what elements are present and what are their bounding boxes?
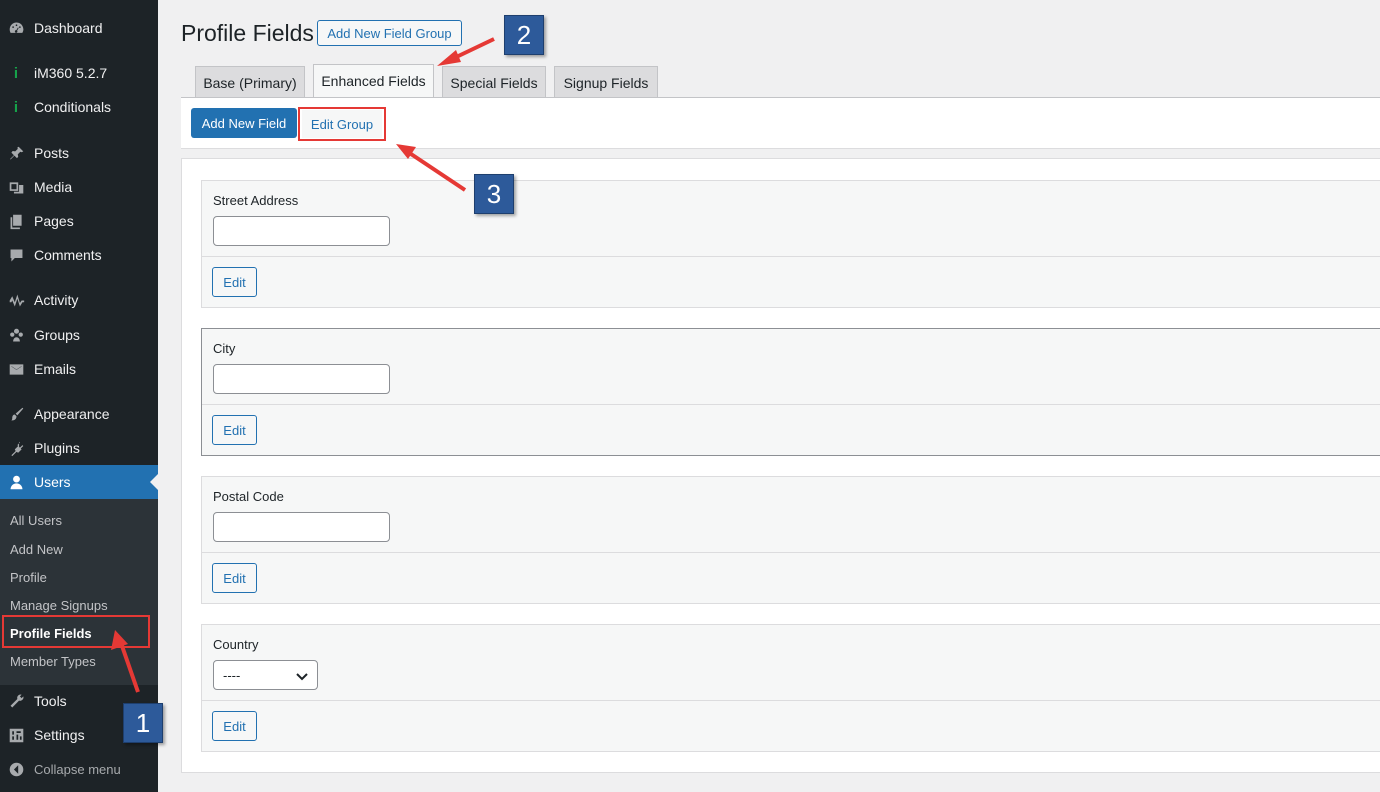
wrench-icon bbox=[7, 692, 25, 710]
submenu-member-types[interactable]: Member Types bbox=[10, 654, 96, 669]
sidebar-item-label: Settings bbox=[34, 727, 85, 743]
field-card-street-address: Street Address Edit bbox=[201, 180, 1380, 308]
sidebar-item-label: Users bbox=[34, 474, 71, 490]
country-select[interactable]: ---- bbox=[213, 660, 318, 690]
sidebar-item-dashboard[interactable]: Dashboard bbox=[0, 11, 158, 45]
tab-special-fields[interactable]: Special Fields bbox=[442, 66, 546, 98]
submenu-profile[interactable]: Profile bbox=[10, 570, 47, 585]
highlight-box-edit-group bbox=[298, 107, 386, 141]
sidebar-item-label: Groups bbox=[34, 327, 80, 343]
divider bbox=[202, 700, 1380, 701]
edit-field-button[interactable]: Edit bbox=[212, 563, 257, 593]
add-new-field-group-button[interactable]: Add New Field Group bbox=[317, 20, 462, 46]
sidebar-item-label: iM360 5.2.7 bbox=[34, 65, 108, 81]
plugin-icon bbox=[7, 439, 25, 457]
field-label: Street Address bbox=[213, 193, 299, 208]
sidebar-item-label: Pages bbox=[34, 213, 74, 229]
field-card-country: Country ---- Edit bbox=[201, 624, 1380, 752]
sidebar-item-label: Activity bbox=[34, 292, 79, 308]
sidebar-item-pages[interactable]: Pages bbox=[0, 204, 158, 238]
field-card-postal-code: Postal Code Edit bbox=[201, 476, 1380, 604]
users-submenu: All Users Add New Profile Manage Signups… bbox=[0, 499, 158, 685]
divider bbox=[202, 552, 1380, 553]
sidebar-item-label: Comments bbox=[34, 247, 102, 263]
sidebar-item-label: Appearance bbox=[34, 406, 110, 422]
divider bbox=[202, 256, 1380, 257]
edit-field-button[interactable]: Edit bbox=[212, 711, 257, 741]
tab-signup-fields[interactable]: Signup Fields bbox=[554, 66, 658, 98]
sidebar-item-label: Media bbox=[34, 179, 73, 195]
brush-icon bbox=[7, 405, 25, 423]
select-value: ---- bbox=[223, 667, 241, 683]
submenu-all-users[interactable]: All Users bbox=[10, 513, 62, 528]
add-new-field-button[interactable]: Add New Field bbox=[191, 108, 297, 138]
activity-icon bbox=[7, 291, 25, 309]
street-address-input[interactable] bbox=[213, 216, 390, 246]
groups-icon bbox=[7, 326, 25, 344]
sidebar-item-emails[interactable]: Emails bbox=[0, 352, 158, 386]
sidebar-item-appearance[interactable]: Appearance bbox=[0, 397, 158, 431]
sidebar-item-label: Plugins bbox=[34, 440, 80, 456]
submenu-add-new[interactable]: Add New bbox=[10, 542, 63, 557]
tab-base-primary[interactable]: Base (Primary) bbox=[195, 66, 305, 98]
postal-code-input[interactable] bbox=[213, 512, 390, 542]
sidebar-item-users[interactable]: Users bbox=[0, 465, 158, 499]
sidebar-item-activity[interactable]: Activity bbox=[0, 283, 158, 317]
sidebar-item-groups[interactable]: Groups bbox=[0, 318, 158, 352]
chevron-down-icon bbox=[296, 673, 308, 681]
sidebar-item-label: Posts bbox=[34, 145, 70, 161]
dashboard-icon bbox=[7, 19, 25, 37]
submenu-manage-signups[interactable]: Manage Signups bbox=[10, 598, 108, 613]
annotation-badge-2: 2 bbox=[504, 15, 544, 55]
pin-icon bbox=[7, 144, 25, 162]
sidebar-item-plugins[interactable]: Plugins bbox=[0, 431, 158, 465]
sidebar-item-conditionals[interactable]: i Conditionals bbox=[0, 90, 158, 124]
divider bbox=[202, 404, 1380, 405]
collapse-icon bbox=[7, 760, 25, 778]
admin-sidebar: Dashboard i iM360 5.2.7 i Conditionals P… bbox=[0, 0, 158, 792]
city-input[interactable] bbox=[213, 364, 390, 394]
tab-enhanced-fields[interactable]: Enhanced Fields bbox=[313, 64, 434, 97]
media-icon bbox=[7, 178, 25, 196]
email-icon bbox=[7, 360, 25, 378]
comments-icon bbox=[7, 246, 25, 264]
sidebar-item-media[interactable]: Media bbox=[0, 170, 158, 204]
field-label: City bbox=[213, 341, 236, 356]
sidebar-item-label: Collapse menu bbox=[34, 761, 121, 777]
page-title: Profile Fields bbox=[181, 20, 314, 46]
field-card-city: City Edit bbox=[201, 328, 1380, 456]
sidebar-item-label: Emails bbox=[34, 361, 77, 377]
field-label: Postal Code bbox=[213, 489, 284, 504]
active-indicator bbox=[150, 474, 158, 490]
edit-field-button[interactable]: Edit bbox=[212, 267, 257, 297]
sidebar-item-im360[interactable]: i iM360 5.2.7 bbox=[0, 56, 158, 90]
pages-icon bbox=[7, 212, 25, 230]
sidebar-item-comments[interactable]: Comments bbox=[0, 238, 158, 272]
annotation-badge-3: 3 bbox=[474, 174, 514, 214]
highlight-box-profile-fields bbox=[2, 615, 150, 648]
edit-field-button[interactable]: Edit bbox=[212, 415, 257, 445]
field-label: Country bbox=[213, 637, 259, 652]
info-icon: i bbox=[13, 64, 19, 82]
sidebar-collapse-menu[interactable]: Collapse menu bbox=[0, 752, 158, 786]
user-icon bbox=[7, 473, 25, 491]
annotation-badge-1: 1 bbox=[123, 703, 163, 743]
sidebar-item-label: Conditionals bbox=[34, 99, 112, 115]
sidebar-item-label: Dashboard bbox=[34, 20, 103, 36]
settings-icon bbox=[7, 726, 25, 744]
info-icon: i bbox=[13, 98, 19, 116]
sidebar-item-label: Tools bbox=[34, 693, 67, 709]
sidebar-item-posts[interactable]: Posts bbox=[0, 136, 158, 170]
